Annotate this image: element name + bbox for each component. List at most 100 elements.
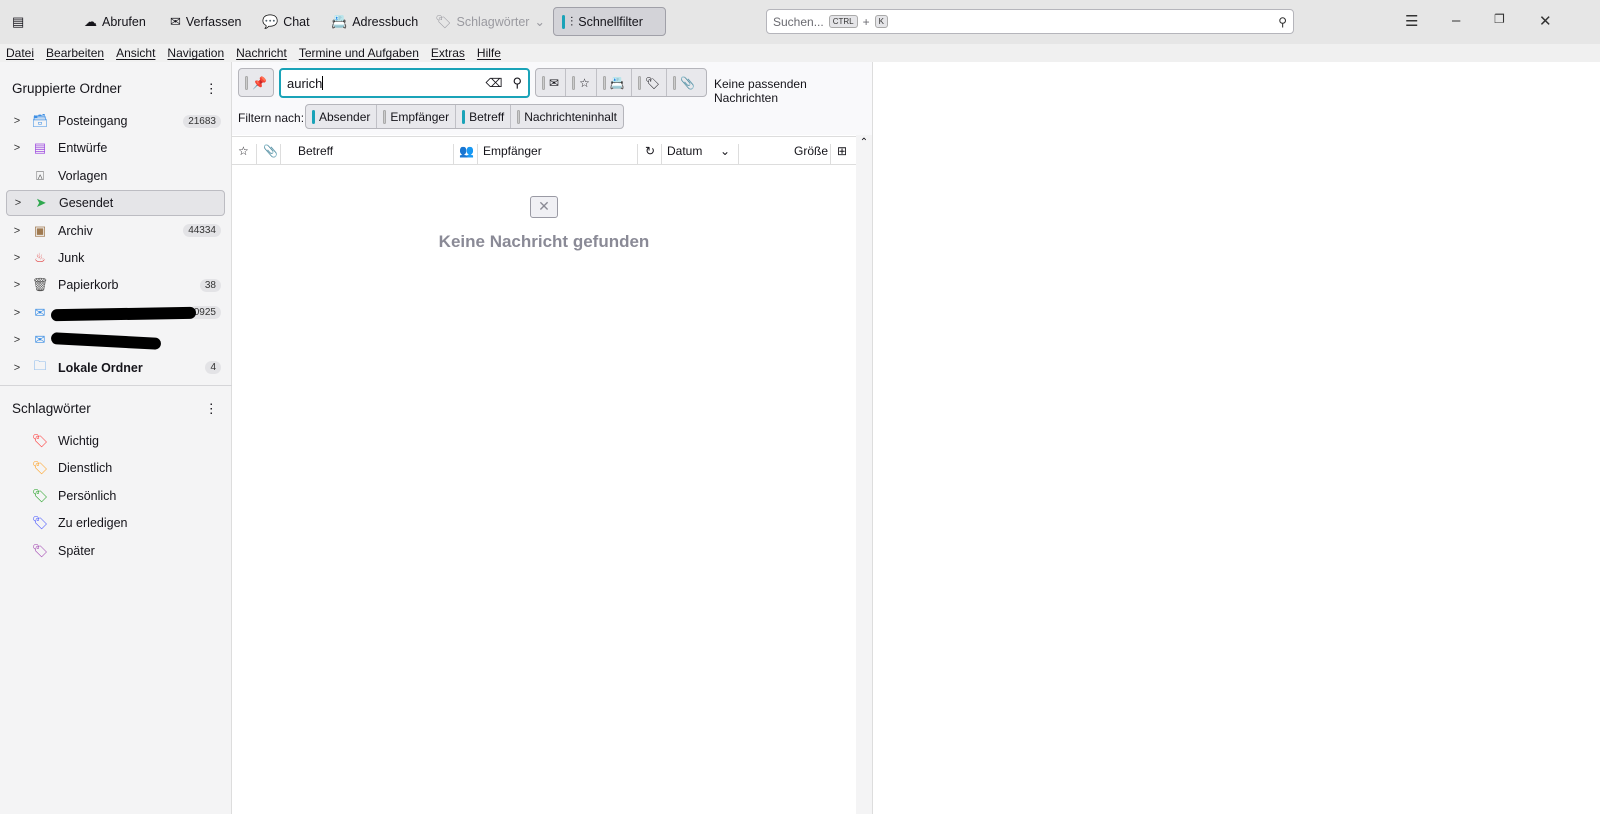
tag-persönlich[interactable]: 🏷︎ Persönlich bbox=[6, 483, 225, 509]
folder-account[interactable]: > ✉ bbox=[6, 327, 225, 353]
attachment-column-icon[interactable]: 📎 bbox=[263, 144, 278, 158]
column-recipient[interactable]: Empfänger bbox=[483, 144, 542, 158]
more-options-icon[interactable]: ⋮ bbox=[205, 401, 219, 417]
unread-count-badge: 21683 bbox=[183, 114, 221, 128]
empty-message-text: Keine Nachricht gefunden bbox=[438, 232, 650, 251]
minimize-icon[interactable]: – bbox=[1452, 12, 1460, 29]
contact-icon: 📇 bbox=[609, 75, 625, 90]
filter-nachrichteninhalt[interactable]: Nachrichteninhalt bbox=[511, 105, 623, 128]
folder-junk[interactable]: > ♨ Junk bbox=[6, 245, 225, 271]
tag-label: Später bbox=[58, 543, 95, 558]
column-picker-icon[interactable]: ⊞ bbox=[837, 144, 847, 158]
correspondent-column-icon[interactable]: 👥 bbox=[459, 144, 474, 158]
more-options-icon[interactable]: ⋮ bbox=[205, 81, 219, 97]
write-button[interactable]: ✉ Verfassen bbox=[162, 7, 250, 36]
tag-label: Persönlich bbox=[58, 488, 117, 503]
star-icon: ☆ bbox=[579, 75, 590, 90]
clear-search-icon[interactable]: ⌫ bbox=[486, 76, 503, 90]
address-book-button[interactable]: 📇 Adressbuch bbox=[323, 7, 426, 36]
folder-archiv[interactable]: > ▣ Archiv 44334 bbox=[6, 218, 225, 244]
folder-entwürfe[interactable]: > ▤ Entwürfe bbox=[6, 135, 225, 161]
column-subject[interactable]: Betreff bbox=[298, 144, 333, 158]
contact-filter-button[interactable]: 📇 bbox=[597, 69, 632, 96]
tag-icon: 🏷︎ bbox=[31, 515, 49, 531]
title-bar: ▤ ☁ Abrufen ✉ Verfassen 💬 Chat 📇 Adressbuch … bbox=[0, 0, 1600, 44]
menu-nachricht[interactable]: Nachricht bbox=[236, 46, 287, 60]
global-search-input[interactable]: Suchen... CTRL + K ⚲ bbox=[766, 9, 1294, 34]
toggle-indicator bbox=[517, 109, 521, 124]
star-column-icon[interactable]: ☆ bbox=[238, 144, 249, 158]
column-date[interactable]: Datum bbox=[667, 144, 702, 158]
empty-message-list: ✕ Keine Nachricht gefunden bbox=[232, 196, 856, 252]
filter-empfänger[interactable]: Empfänger bbox=[377, 105, 457, 128]
chevron-down-icon: ⌄ bbox=[534, 15, 545, 29]
menu-extras[interactable]: Extras bbox=[431, 46, 465, 60]
folder-vorlagen[interactable]: ⍓ Vorlagen bbox=[6, 163, 225, 189]
folder-label: Gesendet bbox=[59, 196, 114, 211]
folder-gesendet[interactable]: > ➤ Gesendet bbox=[6, 190, 225, 217]
column-size[interactable]: Größe bbox=[794, 144, 828, 158]
chevron-right-icon[interactable]: > bbox=[8, 279, 26, 291]
chevron-right-icon[interactable]: > bbox=[8, 252, 26, 264]
tag-label: Dienstlich bbox=[58, 461, 113, 476]
toggle-folder-pane-button[interactable]: ▤ bbox=[4, 7, 32, 36]
tag-zu-erledigen[interactable]: 🏷︎ Zu erledigen bbox=[6, 510, 225, 536]
quick-filter-search-input[interactable]: aurich ⌫ ⚲ bbox=[279, 68, 530, 98]
menu-hilfe[interactable]: Hilfe bbox=[477, 46, 501, 60]
menu-bearbeiten[interactable]: Bearbeiten bbox=[46, 46, 104, 60]
scroll-up-icon[interactable]: ⌃ bbox=[856, 137, 872, 148]
chevron-right-icon[interactable]: > bbox=[8, 115, 26, 127]
unread-count-badge: 44334 bbox=[183, 224, 221, 238]
message-preview-pane bbox=[872, 62, 1600, 814]
shortcut-key: K bbox=[874, 15, 888, 28]
redacted-account-name bbox=[50, 306, 197, 322]
close-icon[interactable]: ✕ bbox=[1539, 12, 1552, 30]
tag-icon: 🏷︎ bbox=[31, 487, 49, 503]
search-icon: ⚲ bbox=[1278, 14, 1287, 29]
filter-by-group: Absender Empfänger Betreff Nachrichteninhal… bbox=[305, 104, 624, 129]
unread-count-badge: 38 bbox=[199, 278, 221, 292]
tag-dienstlich[interactable]: 🏷︎ Dienstlich bbox=[6, 455, 225, 481]
quick-filter-button[interactable]: ⫶ Schnellfilter bbox=[553, 7, 666, 36]
folder-posteingang[interactable]: > 🗃 Posteingang 21683 bbox=[6, 108, 225, 134]
filter-absender[interactable]: Absender bbox=[306, 105, 378, 128]
tags-filter-button[interactable]: 🏷 bbox=[632, 69, 668, 96]
get-messages-button[interactable]: ☁ Abrufen bbox=[76, 7, 154, 36]
message-list-scrollbar[interactable]: ⌃ bbox=[856, 135, 872, 814]
unread-filter-button[interactable]: ✉ bbox=[536, 69, 567, 96]
tag-später[interactable]: 🏷︎ Später bbox=[6, 538, 225, 564]
toggle-indicator bbox=[462, 109, 466, 124]
sticky-filter-button[interactable]: 📌 bbox=[238, 68, 274, 97]
app-menu-icon[interactable]: ☰ bbox=[1405, 12, 1418, 30]
restore-icon[interactable]: ❐ bbox=[1494, 12, 1505, 26]
message-list-header: ☆ 📎 Betreff 👥 Empfänger ↻ Datum ⌄ Größe … bbox=[232, 136, 856, 165]
folder-account[interactable]: > ✉ 0925 bbox=[6, 300, 225, 326]
tag-wichtig[interactable]: 🏷︎ Wichtig bbox=[6, 428, 225, 454]
cloud-download-icon: ☁ bbox=[84, 14, 97, 29]
attachment-filter-button[interactable]: 📎 bbox=[667, 69, 701, 96]
folder-lokale-ordner[interactable]: > 🗀 Lokale Ordner 4 bbox=[6, 355, 225, 381]
chevron-right-icon[interactable]: > bbox=[8, 225, 26, 237]
menu-datei[interactable]: Datei bbox=[6, 46, 34, 60]
folder-label: Archiv bbox=[58, 223, 93, 238]
starred-filter-button[interactable]: ☆ bbox=[566, 69, 597, 96]
chat-button[interactable]: 💬 Chat bbox=[254, 7, 318, 36]
menu-navigation[interactable]: Navigation bbox=[167, 46, 224, 60]
chevron-right-icon[interactable]: > bbox=[8, 142, 26, 154]
folder-papierkorb[interactable]: > 🗑 Papierkorb 38 bbox=[6, 272, 225, 298]
menu-termine[interactable]: Termine und Aufgaben bbox=[299, 46, 419, 60]
menu-ansicht[interactable]: Ansicht bbox=[116, 46, 155, 60]
filter-betreff[interactable]: Betreff bbox=[456, 105, 512, 128]
thread-column-icon[interactable]: ↻ bbox=[645, 144, 655, 158]
chevron-right-icon[interactable]: > bbox=[9, 197, 27, 209]
chevron-right-icon[interactable]: > bbox=[8, 307, 26, 319]
toggle-indicator bbox=[562, 14, 565, 29]
sent-icon: ➤ bbox=[35, 195, 47, 211]
filter-sliders-icon: ⫶ bbox=[570, 14, 574, 29]
inbox-icon: 🗃 bbox=[31, 113, 49, 128]
toggle-indicator bbox=[245, 75, 248, 90]
chevron-right-icon[interactable]: > bbox=[8, 334, 26, 346]
tags-button[interactable]: 🏷 Schlagwörter ⌄ bbox=[427, 7, 553, 36]
chevron-right-icon[interactable]: > bbox=[8, 362, 26, 374]
compose-icon: ✉ bbox=[170, 14, 181, 29]
